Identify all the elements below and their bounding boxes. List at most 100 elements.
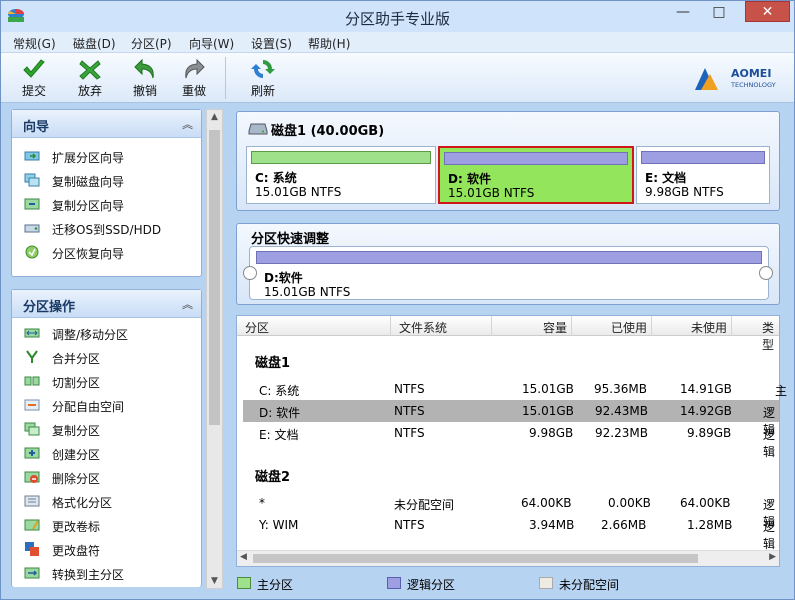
allocate-icon	[24, 399, 40, 411]
toolbar: 提交 放弃 撤销 重做 刷新 AOMEI TECHNOLOGY	[1, 53, 794, 103]
label-icon	[24, 519, 40, 531]
aomei-logo-icon: AOMEI TECHNOLOGY	[695, 67, 776, 90]
col-type[interactable]: 类型	[762, 319, 779, 353]
extend-partition-icon	[24, 151, 40, 161]
table-row-selected[interactable]: D: 软件 NTFS 15.01GB 92.43MB 14.92GB 逻辑	[243, 400, 779, 437]
op-delete-partition[interactable]: 删除分区	[12, 465, 201, 489]
split-icon	[24, 376, 40, 386]
legend: 主分区 逻辑分区 未分配空间	[236, 574, 786, 594]
wizard-panel-header[interactable]: 向导 ︽	[12, 110, 201, 138]
col-partition[interactable]: 分区	[245, 319, 269, 336]
op-allocate-free-space[interactable]: 分配自由空间	[12, 393, 201, 417]
table-row[interactable]: C: 系统 NTFS 15.01GB 95.36MB 14.91GB 主	[237, 378, 787, 400]
redo-button[interactable]: 重做	[174, 57, 214, 99]
partition-ops-title: 分区操作	[23, 300, 76, 315]
op-change-label[interactable]: 更改卷标	[12, 513, 201, 537]
logo-name: AOMEI	[731, 67, 771, 80]
redo-label: 重做	[181, 84, 206, 98]
op-change-drive-letter[interactable]: 更改盘符	[12, 537, 201, 561]
toolbar-separator	[225, 57, 226, 99]
scroll-up-arrow-icon[interactable]: ▲	[207, 112, 222, 122]
quick-adjust-partition[interactable]: D:软件 15.01GB NTFS	[249, 246, 769, 300]
disk-header: 磁盘1 (40.00GB)	[271, 124, 385, 139]
quick-adjust-title: 分区快速调整	[251, 232, 330, 247]
quick-adjust-bar	[256, 251, 762, 264]
migrate-os-icon	[24, 224, 40, 233]
partition-ops-header[interactable]: 分区操作 ︽	[12, 290, 201, 318]
partition-d[interactable]: D: 软件 15.01GB NTFS	[438, 146, 634, 204]
partition-e[interactable]: E: 文档 9.98GB NTFS	[636, 146, 770, 204]
op-resize-move[interactable]: 调整/移动分区	[12, 321, 201, 345]
partition-usage-bar	[444, 152, 628, 165]
collapse-chevron-icon[interactable]: ︽	[182, 116, 193, 132]
copy-icon	[24, 422, 40, 436]
col-used[interactable]: 已使用	[611, 319, 647, 336]
resize-handle-left[interactable]	[243, 266, 257, 280]
menu-help[interactable]: 帮助(H)	[308, 35, 350, 52]
legend-primary: 主分区	[257, 578, 294, 592]
migrate-os-wizard[interactable]: 迁移OS到SSD/HDD	[12, 216, 201, 240]
menu-settings[interactable]: 设置(S)	[251, 35, 292, 52]
scroll-left-arrow-icon[interactable]: ◀	[240, 552, 247, 562]
resize-icon	[24, 328, 40, 338]
legend-unallocated: 未分配空间	[559, 578, 620, 592]
menu-disk[interactable]: 磁盘(D)	[73, 35, 116, 52]
undo-label: 撤销	[132, 84, 157, 98]
copy-partition-wizard[interactable]: 复制分区向导	[12, 192, 201, 216]
col-filesystem[interactable]: 文件系统	[399, 319, 447, 336]
menu-general[interactable]: 常规(G)	[13, 35, 56, 52]
scroll-right-arrow-icon[interactable]: ▶	[769, 552, 776, 562]
horizontal-scroll-thumb[interactable]	[253, 554, 698, 563]
minimize-button[interactable]: —	[668, 1, 698, 23]
disk-map: 磁盘1 (40.00GB) C: 系统 15.01GB NTFS D: 软件 1…	[236, 111, 780, 211]
maximize-button[interactable]: □	[704, 1, 734, 23]
copy-partition-icon	[24, 198, 40, 210]
check-icon	[23, 59, 45, 78]
scroll-thumb[interactable]	[209, 130, 220, 425]
op-convert-to-primary[interactable]: 转换到主分区	[12, 561, 201, 585]
op-copy-partition[interactable]: 复制分区	[12, 417, 201, 441]
close-button[interactable]: ✕	[745, 1, 790, 22]
left-pane-scrollbar[interactable]: ▲ ▼	[206, 109, 223, 589]
menu-partition[interactable]: 分区(P)	[131, 35, 172, 52]
refresh-button[interactable]: 刷新	[243, 57, 283, 99]
partition-c[interactable]: C: 系统 15.01GB NTFS	[246, 146, 436, 204]
redo-icon	[185, 58, 205, 79]
disk2-group: 磁盘2	[255, 470, 291, 485]
op-format-partition[interactable]: 格式化分区	[12, 489, 201, 513]
app-window: 分区助手专业版 — □ ✕ 常规(G) 磁盘(D) 分区(P) 向导(W) 设置…	[0, 0, 795, 600]
op-split[interactable]: 切割分区	[12, 369, 201, 393]
merge-icon	[26, 350, 38, 363]
op-merge[interactable]: 合并分区	[12, 345, 201, 369]
undo-button[interactable]: 撤销	[125, 57, 165, 99]
partition-usage-bar	[251, 151, 431, 164]
undo-icon	[134, 58, 154, 79]
drive-letter-icon	[25, 542, 39, 556]
refresh-label: 刷新	[250, 84, 275, 98]
table-row[interactable]: Y: WIM NTFS 3.94MB 2.66MB 1.28MB 逻辑	[237, 514, 779, 551]
menu-wizard[interactable]: 向导(W)	[189, 35, 234, 52]
partition-recovery-icon	[25, 245, 39, 259]
extend-partition-wizard[interactable]: 扩展分区向导	[12, 144, 201, 168]
menu-bar: 常规(G) 磁盘(D) 分区(P) 向导(W) 设置(S) 帮助(H)	[1, 32, 794, 53]
partition-ops-panel: 分区操作 ︽ 调整/移动分区 合并分区 切割分区 分配自由空间 复制分区 创建分…	[11, 289, 202, 587]
commit-button[interactable]: 提交	[14, 57, 54, 99]
col-unused[interactable]: 未使用	[691, 319, 727, 336]
table-row[interactable]: * 未分配空间 64.00KB 0.00KB 64.00KB 逻辑	[237, 492, 779, 529]
partition-recovery-wizard[interactable]: 分区恢复向导	[12, 240, 201, 264]
discard-button[interactable]: 放弃	[70, 57, 110, 99]
op-create-partition[interactable]: 创建分区	[12, 441, 201, 465]
table-row[interactable]: E: 文档 NTFS 9.98GB 92.23MB 9.89GB 逻辑	[237, 422, 779, 459]
collapse-chevron-icon[interactable]: ︽	[182, 296, 193, 312]
copy-disk-icon	[24, 173, 40, 187]
partition-table: 分区 文件系统 容量 已使用 未使用 类型 磁盘1 C: 系统 NTFS 15.…	[236, 315, 787, 567]
disk1-group: 磁盘1	[255, 356, 291, 371]
title-bar: 分区助手专业版 — □ ✕	[1, 1, 794, 32]
resize-handle-right[interactable]	[759, 266, 773, 280]
col-capacity[interactable]: 容量	[543, 319, 567, 336]
copy-disk-wizard[interactable]: 复制磁盘向导	[12, 168, 201, 192]
scroll-down-arrow-icon[interactable]: ▼	[207, 576, 222, 586]
commit-label: 提交	[21, 84, 46, 98]
table-header: 分区 文件系统 容量 已使用 未使用 类型	[237, 316, 779, 352]
horizontal-scrollbar[interactable]: ◀ ▶	[237, 550, 779, 566]
